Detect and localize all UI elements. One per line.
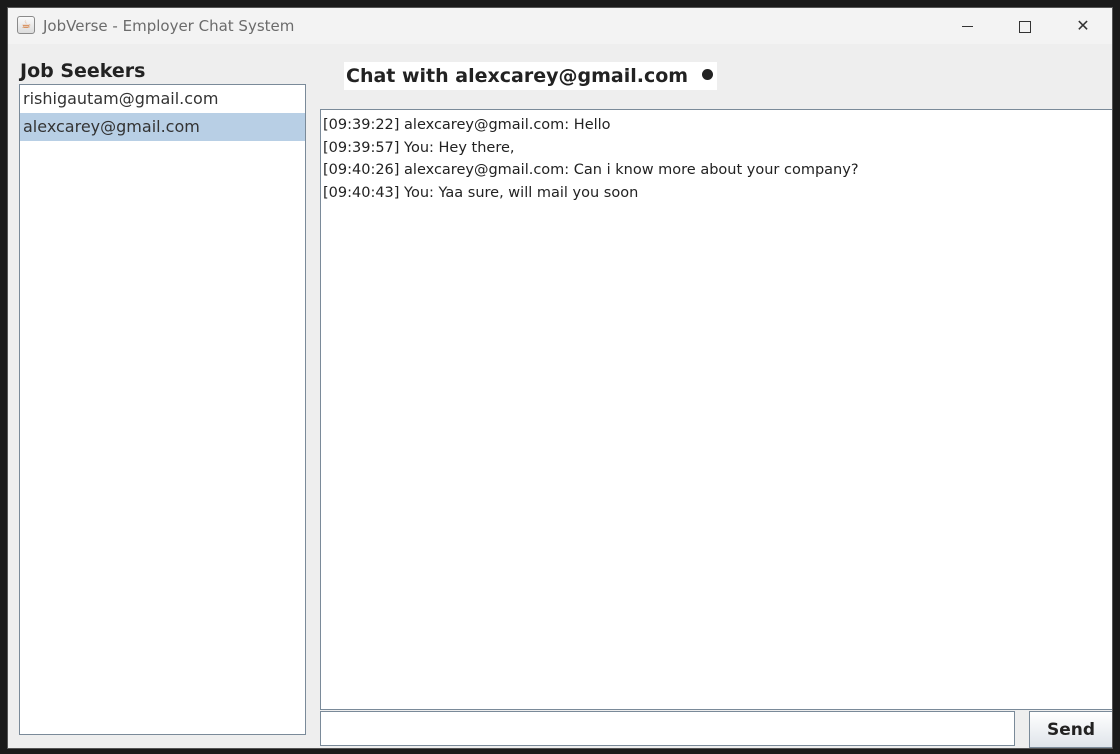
chat-message: [09:40:26] alexcarey@gmail.com: Can i kn… <box>323 162 859 179</box>
minimize-icon <box>961 26 973 27</box>
send-button[interactable]: Send <box>1029 711 1112 748</box>
seeker-item-rishigautam[interactable]: rishigautam@gmail.com <box>20 85 305 113</box>
window-title: JobVerse - Employer Chat System <box>43 17 295 35</box>
maximize-button[interactable] <box>996 8 1054 44</box>
chat-message: [09:39:22] alexcarey@gmail.com: Hello <box>323 117 611 133</box>
java-cup-icon: ☕ <box>17 16 35 34</box>
chat-panel: Chat with alexcarey@gmail.com [09:39:22]… <box>319 44 1112 748</box>
title-bar[interactable]: ☕ JobVerse - Employer Chat System ✕ <box>8 8 1112 44</box>
chat-header: Chat with alexcarey@gmail.com <box>344 62 718 90</box>
chat-title: Chat with alexcarey@gmail.com <box>346 65 689 87</box>
close-icon: ✕ <box>1076 16 1090 35</box>
seeker-item-alexcarey[interactable]: alexcarey@gmail.com <box>20 113 305 141</box>
job-seekers-list[interactable]: rishigautam@gmail.com alexcarey@gmail.co… <box>19 84 306 735</box>
minimize-button[interactable] <box>938 8 996 44</box>
job-seekers-heading: Job Seekers <box>20 60 146 82</box>
chat-message: [09:39:57] You: Hey there, <box>323 139 515 156</box>
message-input[interactable] <box>320 711 1015 746</box>
maximize-icon <box>1019 20 1031 33</box>
chat-message: [09:40:43] You: Yaa sure, will mail you … <box>323 184 639 201</box>
close-button[interactable]: ✕ <box>1054 8 1112 44</box>
status-dot-icon <box>702 69 714 80</box>
chat-history[interactable]: [09:39:22] alexcarey@gmail.com: Hello [0… <box>320 109 1112 710</box>
job-seekers-panel: Job Seekers rishigautam@gmail.com alexca… <box>8 44 319 748</box>
app-window: ☕ JobVerse - Employer Chat System ✕ Job … <box>7 7 1113 749</box>
